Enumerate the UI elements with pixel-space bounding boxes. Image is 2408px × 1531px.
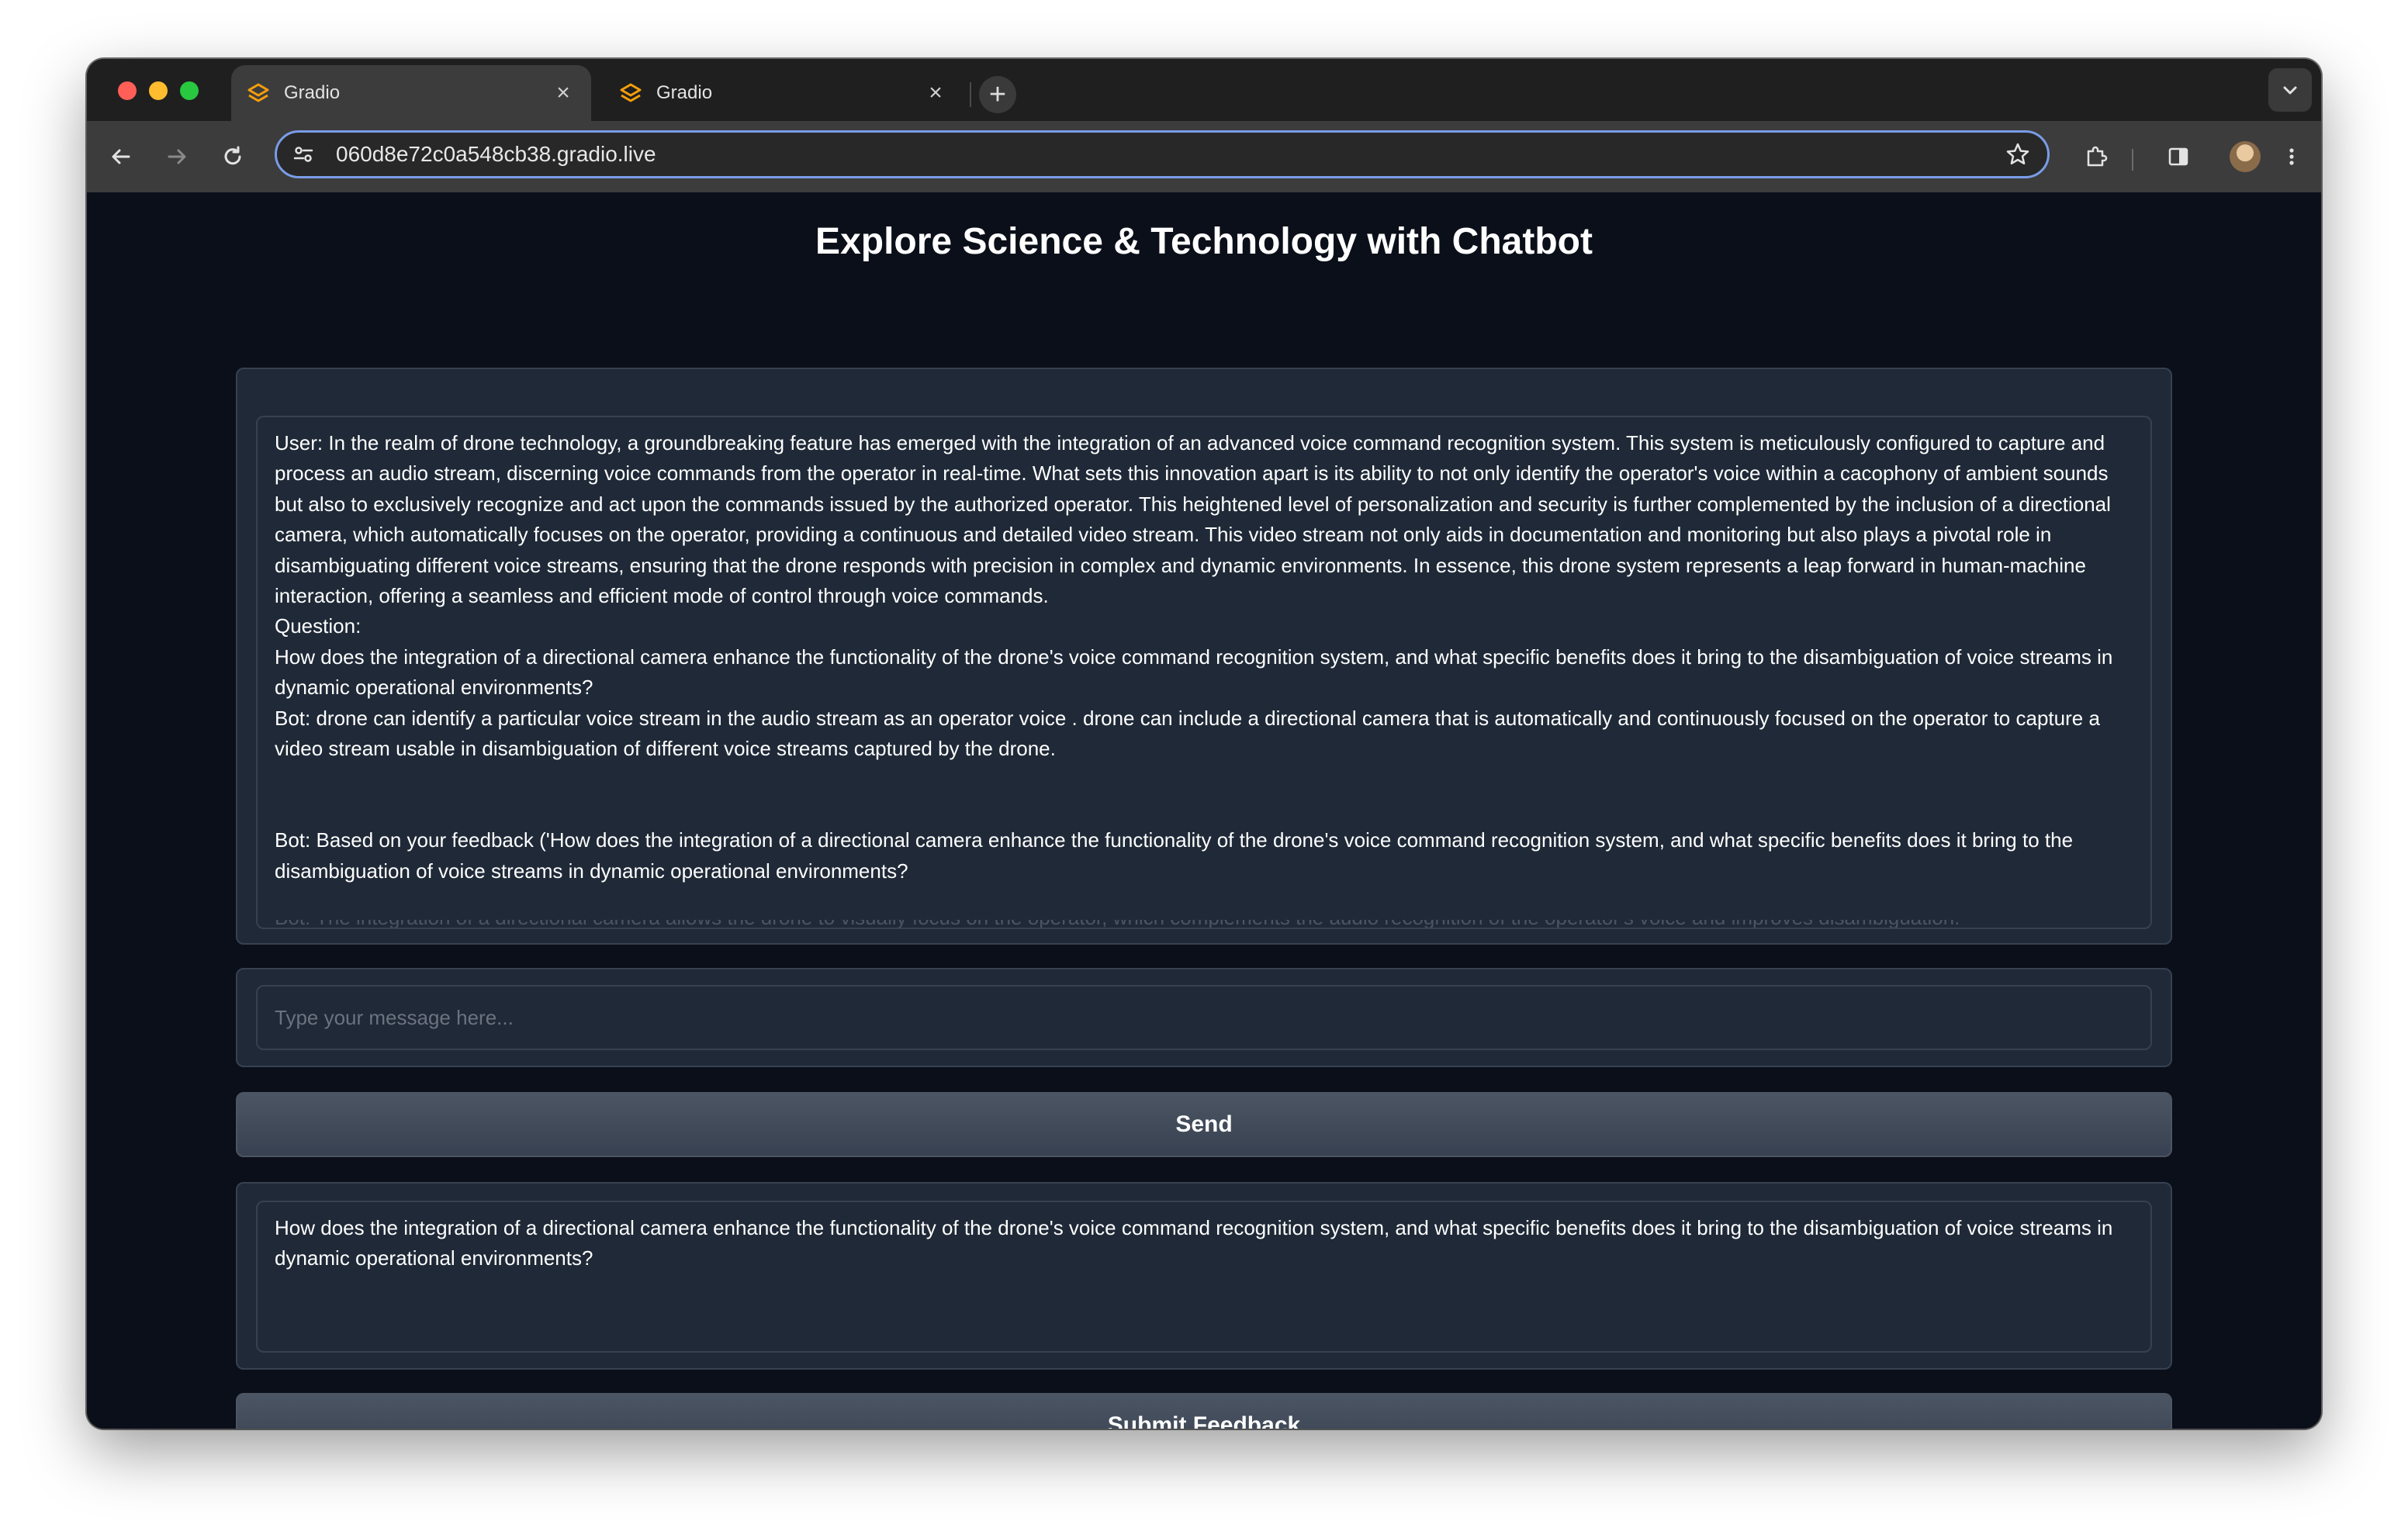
profile-avatar[interactable] — [2230, 141, 2261, 172]
close-window-button[interactable] — [118, 81, 137, 100]
puzzle-icon — [2087, 146, 2108, 167]
kebab-menu-icon — [2289, 148, 2294, 165]
gradio-icon — [247, 81, 270, 105]
side-panel-icon — [2168, 147, 2188, 166]
chevron-down-icon — [2283, 86, 2297, 95]
chat-output-block: User: In the realm of drone technology, … — [236, 368, 2172, 945]
toolbar-divider — [2132, 149, 2133, 171]
tab-search-button[interactable] — [2268, 68, 2312, 112]
site-settings-icon[interactable] — [288, 139, 319, 170]
gradio-icon — [619, 81, 642, 105]
tab-gradio-1[interactable]: Gradio × — [231, 65, 591, 121]
feedback-textbox[interactable]: How does the integration of a directiona… — [258, 1202, 2150, 1351]
feedback-block: How does the integration of a directiona… — [236, 1182, 2172, 1370]
message-input-block — [236, 968, 2172, 1067]
chat-output-textbox[interactable]: User: In the realm of drone technology, … — [256, 416, 2152, 929]
browser-toolbar: 060d8e72c0a548cb38.gradio.live — [87, 121, 2321, 192]
tab-gradio-2[interactable]: Gradio × — [604, 65, 964, 121]
send-button[interactable]: Send — [236, 1092, 2172, 1157]
reload-button[interactable] — [214, 138, 251, 175]
tab-divider — [970, 82, 971, 107]
browser-menu-button[interactable] — [2273, 138, 2310, 175]
tab-title: Gradio — [656, 82, 713, 103]
submit-feedback-button[interactable]: Submit Feedback — [236, 1393, 2172, 1429]
address-bar[interactable]: 060d8e72c0a548cb38.gradio.live — [275, 130, 2050, 178]
maximize-window-button[interactable] — [180, 81, 199, 100]
reload-icon — [224, 146, 241, 165]
page-title: Explore Science & Technology with Chatbo… — [815, 221, 1593, 262]
message-input-wrapper — [256, 985, 2152, 1050]
new-tab-button[interactable]: + — [979, 76, 1016, 113]
message-input[interactable] — [258, 987, 2150, 1049]
tab-strip: Gradio × Gradio × + — [87, 59, 2321, 121]
chat-log-text: User: In the realm of drone technology, … — [275, 431, 2113, 883]
arrow-left-icon — [112, 149, 130, 164]
gradio-app: Explore Science & Technology with Chatbo… — [87, 192, 2321, 1429]
close-tab-icon[interactable]: × — [551, 80, 576, 105]
side-panel-button[interactable] — [2160, 138, 2197, 175]
tab-title: Gradio — [284, 82, 341, 103]
chat-log-overflow-line: Bot: The integration of a directional ca… — [258, 920, 2150, 928]
close-tab-icon[interactable]: × — [923, 80, 948, 105]
forward-button[interactable] — [158, 138, 195, 175]
arrow-right-icon — [168, 149, 186, 164]
url-text: 060d8e72c0a548cb38.gradio.live — [336, 142, 656, 166]
feedback-textbox-wrapper: How does the integration of a directiona… — [256, 1201, 2152, 1353]
bookmark-star-icon[interactable] — [1999, 136, 2036, 173]
extensions-button[interactable] — [2078, 138, 2115, 175]
back-button[interactable] — [102, 138, 140, 175]
minimize-window-button[interactable] — [149, 81, 168, 100]
browser-window: Gradio × Gradio × + 060d8e72c0a548cb38.g… — [87, 59, 2321, 1429]
